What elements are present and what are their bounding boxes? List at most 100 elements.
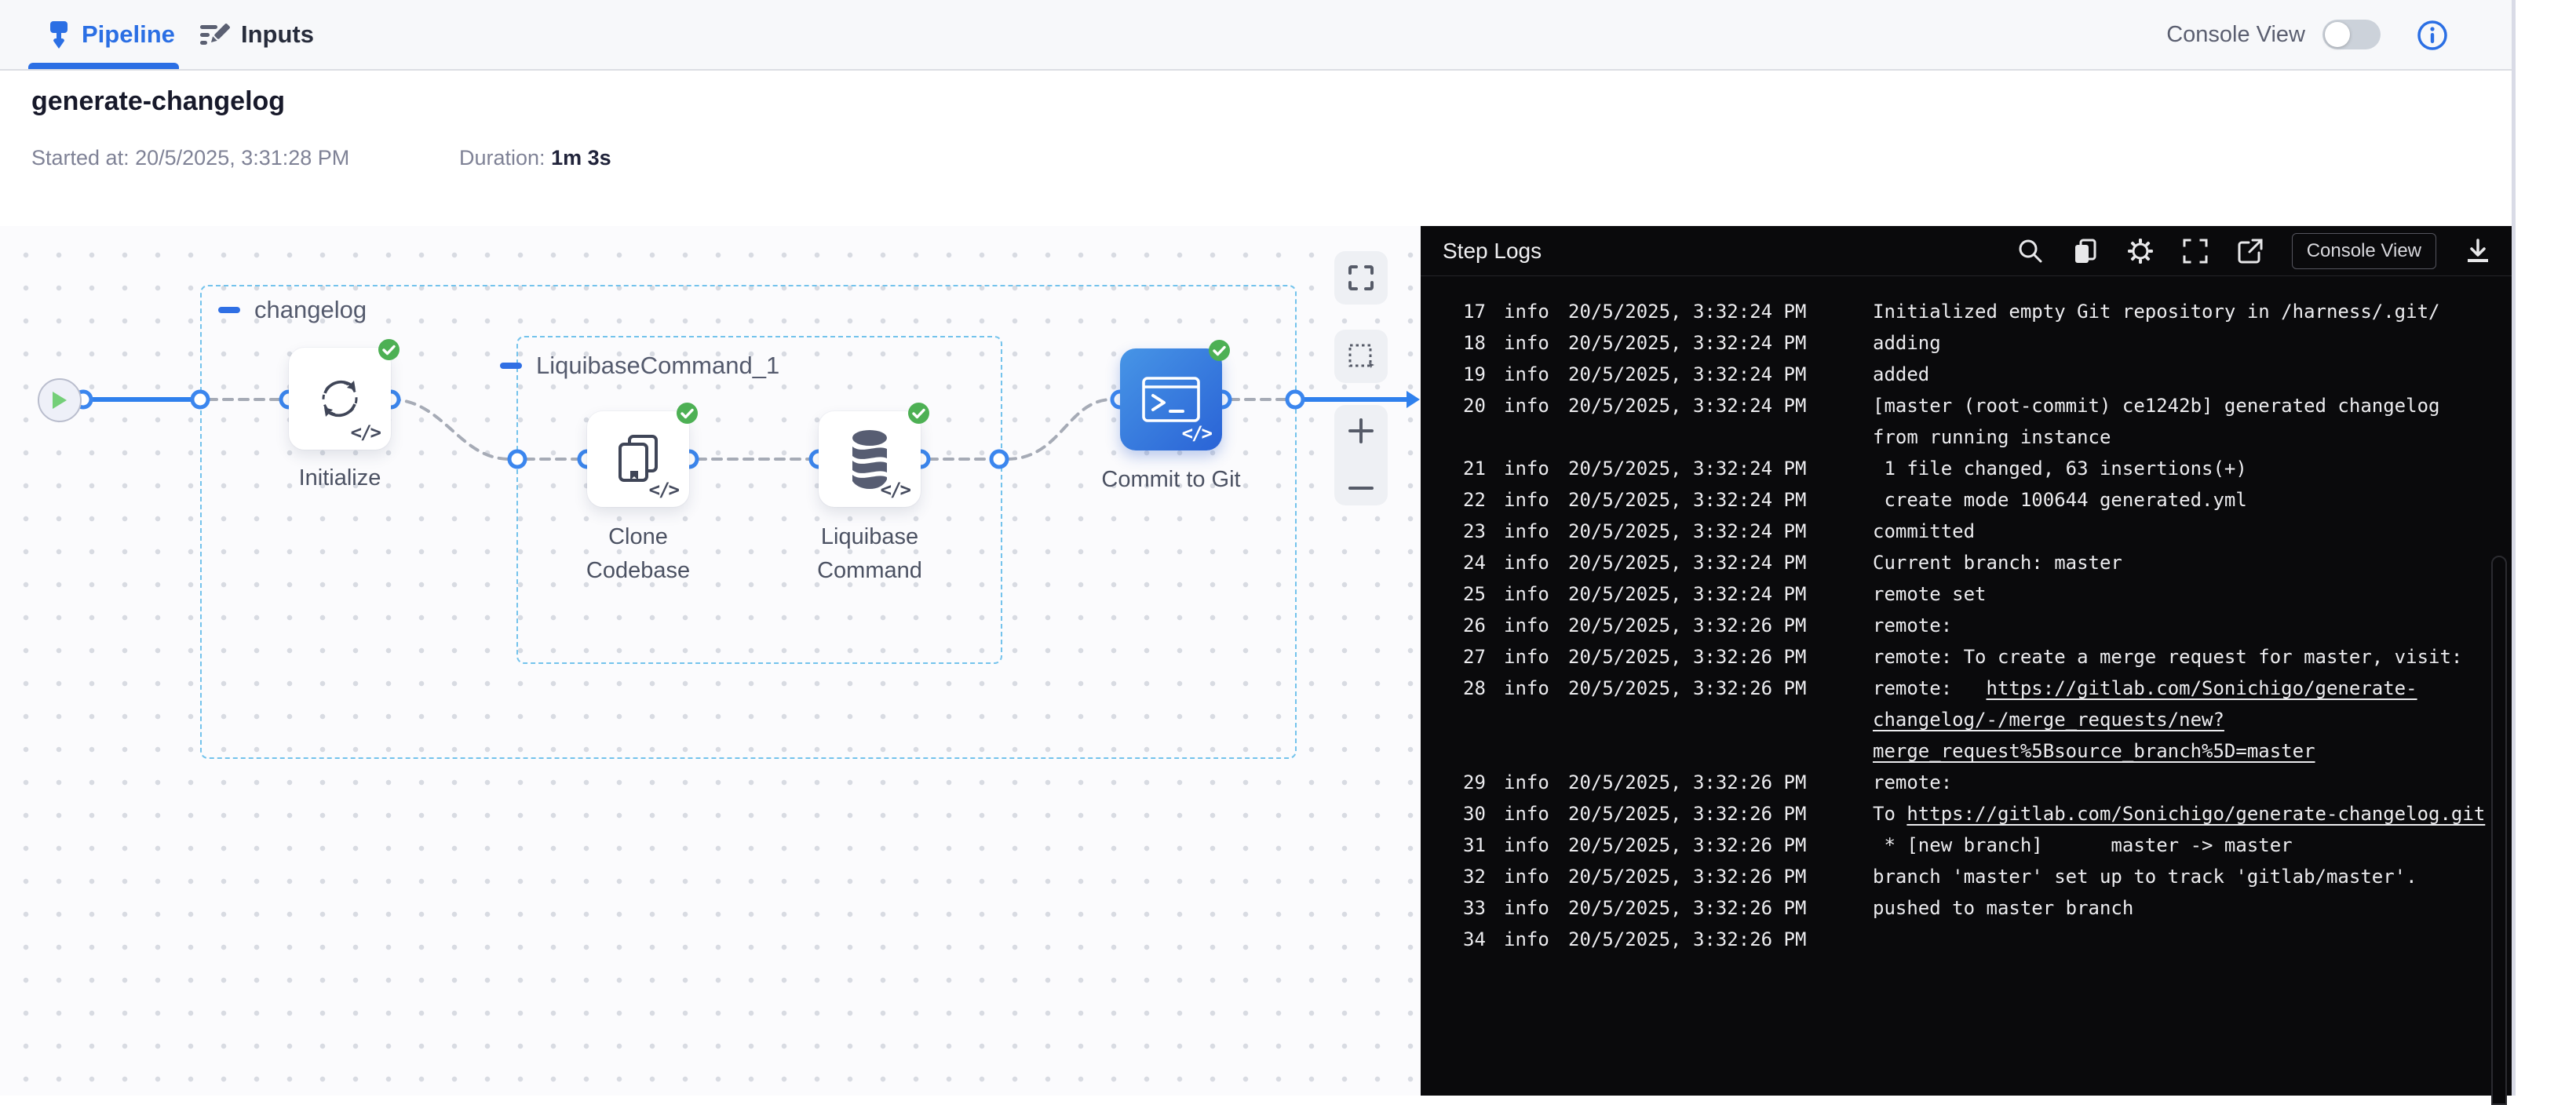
- duration-value: 1m 3s: [551, 146, 611, 170]
- log-row: 23info20/5/2025, 3:32:24 PMcommitted: [1421, 516, 2512, 547]
- log-level: info: [1504, 359, 1568, 390]
- node-label-clone-codebase: CloneCodebase: [586, 520, 690, 588]
- copy-icon[interactable]: [2072, 238, 2099, 264]
- log-row: 22info20/5/2025, 3:32:24 PM create mode …: [1421, 484, 2512, 516]
- log-line-number: 27: [1463, 641, 1504, 673]
- node-liquibase-command[interactable]: </>: [819, 411, 921, 507]
- log-line-number: 24: [1463, 547, 1504, 578]
- open-in-new-icon[interactable]: [2237, 238, 2264, 264]
- marquee-select-button[interactable]: [1334, 330, 1388, 383]
- node-label-commit-to-git: Commit to Git: [1101, 463, 1240, 497]
- expand-icon: [1348, 264, 1374, 291]
- console-view-toggle[interactable]: [2322, 20, 2381, 49]
- zoom-in-icon[interactable]: [1348, 418, 1374, 444]
- log-timestamp: 20/5/2025, 3:32:26 PM: [1568, 892, 1873, 924]
- log-line-number: 23: [1463, 516, 1504, 547]
- log-row: 32info20/5/2025, 3:32:26 PMbranch 'maste…: [1421, 861, 2512, 892]
- step-logs-title: Step Logs: [1443, 239, 1542, 264]
- log-level: info: [1504, 767, 1568, 798]
- log-message: To https://gitlab.com/Sonichigo/generate…: [1873, 798, 2512, 830]
- log-row: 26info20/5/2025, 3:32:26 PMremote:: [1421, 610, 2512, 641]
- pipeline-canvas[interactable]: changelog LiquibaseCommand_1: [0, 226, 1421, 1096]
- log-message: remote set: [1873, 578, 2512, 610]
- tab-pipeline[interactable]: Pipeline: [47, 0, 175, 69]
- log-message: create mode 100644 generated.yml: [1873, 484, 2512, 516]
- node-label-initialize: Initialize: [299, 461, 381, 495]
- download-icon[interactable]: [2465, 238, 2491, 264]
- log-message: remote: https://gitlab.com/Sonichigo/gen…: [1873, 673, 2512, 767]
- log-link[interactable]: https://gitlab.com/Sonichigo/generate-: [1987, 677, 2417, 699]
- stepgroup-label-liquibase: LiquibaseCommand_1: [500, 352, 779, 380]
- log-scrollbar[interactable]: [2491, 556, 2507, 1105]
- search-icon[interactable]: [2017, 238, 2044, 264]
- clone-icon: [614, 433, 662, 485]
- info-icon[interactable]: [2417, 20, 2448, 51]
- tab-pipeline-label: Pipeline: [82, 20, 175, 49]
- log-link[interactable]: https://gitlab.com/Sonichigo/generate-ch…: [1906, 803, 2485, 825]
- log-line-number: 17: [1463, 296, 1504, 327]
- script-glyph: </>: [649, 479, 678, 501]
- log-level: info: [1504, 296, 1568, 327]
- log-timestamp: 20/5/2025, 3:32:24 PM: [1568, 390, 1873, 453]
- settings-gear-icon[interactable]: [2127, 238, 2154, 264]
- log-message: pushed to master branch: [1873, 892, 2512, 924]
- success-check-icon: [677, 403, 698, 424]
- script-glyph: </>: [351, 421, 380, 443]
- collapse-icon[interactable]: [500, 363, 522, 369]
- log-message: committed: [1873, 516, 2512, 547]
- zoom-out-icon[interactable]: [1348, 483, 1374, 493]
- log-timestamp: 20/5/2025, 3:32:26 PM: [1568, 830, 1873, 861]
- log-line-number: 25: [1463, 578, 1504, 610]
- log-message: remote:: [1873, 610, 2512, 641]
- fullscreen-icon[interactable]: [2182, 238, 2209, 264]
- node-clone-codebase[interactable]: </>: [587, 411, 689, 507]
- log-row: 17info20/5/2025, 3:32:24 PMInitialized e…: [1421, 296, 2512, 327]
- log-timestamp: 20/5/2025, 3:32:24 PM: [1568, 296, 1873, 327]
- log-timestamp: 20/5/2025, 3:32:26 PM: [1568, 924, 1873, 955]
- log-timestamp: 20/5/2025, 3:32:24 PM: [1568, 484, 1873, 516]
- log-level: info: [1504, 861, 1568, 892]
- log-row: 20info20/5/2025, 3:32:24 PM[master (root…: [1421, 390, 2512, 453]
- log-timestamp: 20/5/2025, 3:32:26 PM: [1568, 798, 1873, 830]
- log-timestamp: 20/5/2025, 3:32:26 PM: [1568, 673, 1873, 767]
- pipeline-start-node[interactable]: [38, 378, 82, 422]
- success-check-icon: [908, 403, 929, 424]
- log-link[interactable]: changelog/-/merge_requests/new?: [1873, 709, 2224, 731]
- play-icon: [51, 390, 68, 410]
- log-timestamp: 20/5/2025, 3:32:24 PM: [1568, 547, 1873, 578]
- script-glyph: </>: [1182, 422, 1211, 444]
- pipeline-icon: [47, 20, 71, 49]
- log-level: info: [1504, 516, 1568, 547]
- success-check-icon: [378, 339, 400, 360]
- stage-name: changelog: [254, 296, 367, 324]
- log-line-number: 26: [1463, 610, 1504, 641]
- log-level: info: [1504, 830, 1568, 861]
- log-level: info: [1504, 390, 1568, 453]
- log-level: info: [1504, 547, 1568, 578]
- tab-inputs[interactable]: Inputs: [199, 0, 314, 69]
- log-message: * [new branch] master -> master: [1873, 830, 2512, 861]
- log-timestamp: 20/5/2025, 3:32:24 PM: [1568, 578, 1873, 610]
- node-initialize[interactable]: </>: [289, 348, 391, 450]
- console-view-label: Console View: [2166, 22, 2305, 48]
- log-row: 18info20/5/2025, 3:32:24 PMadding: [1421, 327, 2512, 359]
- log-level: info: [1504, 798, 1568, 830]
- log-row: 19info20/5/2025, 3:32:24 PMadded: [1421, 359, 2512, 390]
- node-commit-to-git[interactable]: </>: [1120, 348, 1222, 450]
- fit-to-screen-button[interactable]: [1334, 251, 1388, 305]
- log-link[interactable]: merge_request%5Bsource_branch%5D=master: [1873, 740, 2315, 762]
- log-row: 21info20/5/2025, 3:32:24 PM 1 file chang…: [1421, 453, 2512, 484]
- log-level: info: [1504, 327, 1568, 359]
- collapse-icon[interactable]: [218, 307, 240, 313]
- step-logs-header: Step Logs: [1421, 226, 2512, 276]
- log-message: remote:: [1873, 767, 2512, 798]
- log-line-number: 28: [1463, 673, 1504, 767]
- pipeline-run-title: generate-changelog: [31, 86, 285, 117]
- log-timestamp: 20/5/2025, 3:32:26 PM: [1568, 610, 1873, 641]
- log-row: 30info20/5/2025, 3:32:26 PMTo https://gi…: [1421, 798, 2512, 830]
- inputs-icon: [199, 20, 230, 49]
- console-view-button[interactable]: Console View: [2292, 233, 2436, 269]
- log-message: [master (root-commit) ce1242b] generated…: [1873, 390, 2512, 453]
- log-level: info: [1504, 892, 1568, 924]
- active-tab-underline: [28, 63, 179, 69]
